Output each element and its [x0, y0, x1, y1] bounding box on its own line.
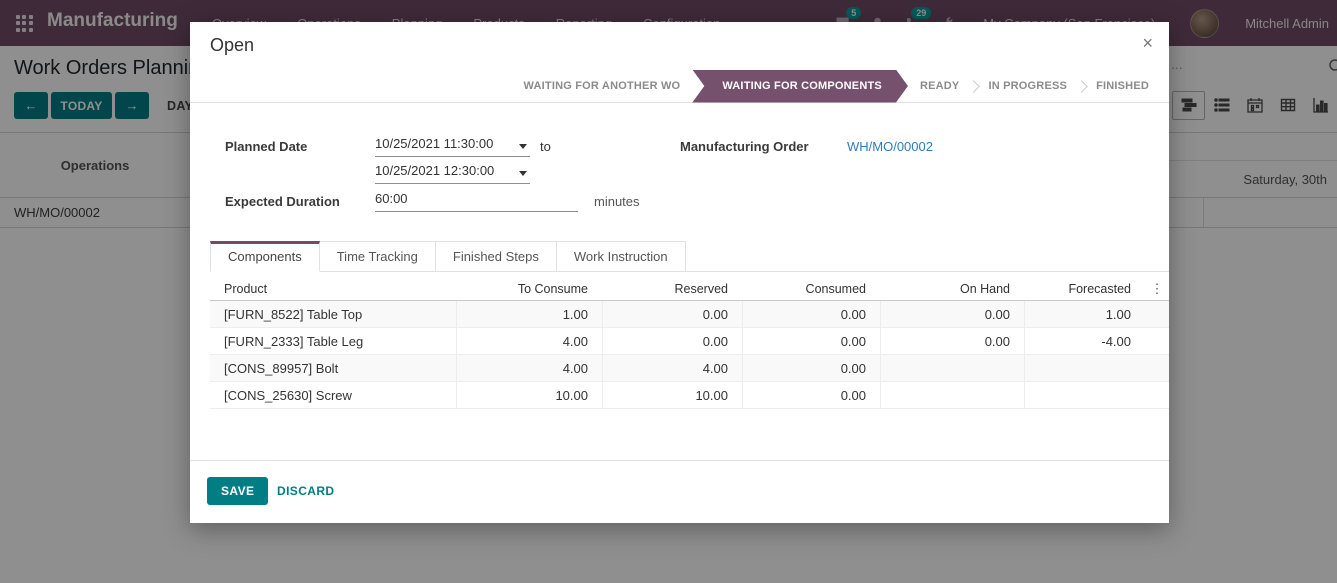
cell-forecasted [1024, 382, 1145, 408]
tab-finished-steps[interactable]: Finished Steps [436, 241, 557, 272]
stage-in-progress[interactable]: IN PROGRESS [988, 80, 1067, 92]
table-row[interactable]: [FURN_2333] Table Leg 4.00 0.00 0.00 0.0… [210, 328, 1169, 355]
planned-date-from-value: 10/25/2021 11:30:00 [375, 136, 493, 151]
optional-columns-icon[interactable]: ⋮ [1145, 276, 1169, 301]
manufacturing-order-label: Manufacturing Order [680, 139, 809, 154]
work-order-dialog: Open × WAITING FOR ANOTHER WO WAITING FO… [190, 22, 1169, 523]
stage-ready[interactable]: READY [920, 80, 960, 92]
dialog-title: Open [210, 22, 254, 68]
table-row[interactable]: [FURN_8522] Table Top 1.00 0.00 0.00 0.0… [210, 301, 1169, 328]
cell-on-hand: 0.00 [880, 301, 1024, 327]
close-icon[interactable]: × [1142, 33, 1153, 53]
cell-to-consume: 1.00 [456, 301, 602, 327]
tab-time-tracking[interactable]: Time Tracking [320, 241, 436, 272]
caret-down-icon [519, 144, 527, 149]
cell-forecasted [1024, 355, 1145, 381]
col-product[interactable]: Product [210, 282, 456, 296]
cell-reserved: 4.00 [602, 355, 742, 381]
cell-to-consume: 10.00 [456, 382, 602, 408]
cell-consumed: 0.00 [742, 355, 880, 381]
cell-consumed: 0.00 [742, 301, 880, 327]
stage-separator-icon [968, 80, 981, 93]
dialog-footer: SAVE DISCARD [190, 460, 1169, 523]
cell-consumed: 0.00 [742, 328, 880, 354]
cell-product: [CONS_25630] Screw [210, 388, 456, 403]
cell-on-hand: 0.00 [880, 328, 1024, 354]
cell-forecasted: 1.00 [1024, 301, 1145, 327]
cell-forecasted: -4.00 [1024, 328, 1145, 354]
notebook-tabs: Components Time Tracking Finished Steps … [210, 240, 1169, 272]
caret-down-icon [519, 171, 527, 176]
expected-duration-value: 60:00 [375, 191, 408, 206]
planned-date-to-input[interactable]: 10/25/2021 12:30:00 [375, 163, 530, 184]
cell-to-consume: 4.00 [456, 355, 602, 381]
expected-duration-input[interactable]: 60:00 [375, 191, 578, 212]
tab-components[interactable]: Components [210, 241, 320, 272]
col-to-consume[interactable]: To Consume [456, 276, 602, 301]
col-consumed[interactable]: Consumed [742, 276, 880, 301]
cell-product: [FURN_8522] Table Top [210, 307, 456, 322]
stage-waiting-for-another-wo[interactable]: WAITING FOR ANOTHER WO [524, 80, 681, 92]
cell-on-hand [880, 355, 1024, 381]
table-header-row: Product To Consume Reserved Consumed On … [210, 276, 1169, 301]
components-table: Product To Consume Reserved Consumed On … [210, 276, 1169, 409]
stage-waiting-for-components[interactable]: WAITING FOR COMPONENTS [692, 70, 908, 103]
statusbar: WAITING FOR ANOTHER WO WAITING FOR COMPO… [190, 70, 1169, 103]
date-range-to-label: to [540, 139, 551, 154]
cell-product: [CONS_89957] Bolt [210, 361, 456, 376]
stage-separator-icon [1075, 80, 1088, 93]
save-button[interactable]: SAVE [207, 477, 268, 505]
screen: Manufacturing Overview Operations Planni… [0, 0, 1337, 583]
tab-work-instruction[interactable]: Work Instruction [557, 241, 686, 272]
col-reserved[interactable]: Reserved [602, 276, 742, 301]
cell-consumed: 0.00 [742, 382, 880, 408]
cell-reserved: 0.00 [602, 301, 742, 327]
planned-date-label: Planned Date [225, 139, 307, 154]
cell-to-consume: 4.00 [456, 328, 602, 354]
col-on-hand[interactable]: On Hand [880, 276, 1024, 301]
col-forecasted[interactable]: Forecasted [1024, 276, 1145, 301]
discard-button[interactable]: DISCARD [277, 484, 334, 498]
table-row[interactable]: [CONS_25630] Screw 10.00 10.00 0.00 [210, 382, 1169, 409]
expected-duration-unit: minutes [594, 194, 640, 209]
manufacturing-order-link[interactable]: WH/MO/00002 [847, 139, 933, 154]
cell-on-hand [880, 382, 1024, 408]
table-row[interactable]: [CONS_89957] Bolt 4.00 4.00 0.00 [210, 355, 1169, 382]
cell-product: [FURN_2333] Table Leg [210, 334, 456, 349]
expected-duration-label: Expected Duration [225, 194, 340, 209]
stage-finished[interactable]: FINISHED [1096, 80, 1149, 92]
planned-date-from-input[interactable]: 10/25/2021 11:30:00 [375, 136, 530, 157]
planned-date-to-value: 10/25/2021 12:30:00 [375, 163, 494, 178]
cell-reserved: 10.00 [602, 382, 742, 408]
cell-reserved: 0.00 [602, 328, 742, 354]
